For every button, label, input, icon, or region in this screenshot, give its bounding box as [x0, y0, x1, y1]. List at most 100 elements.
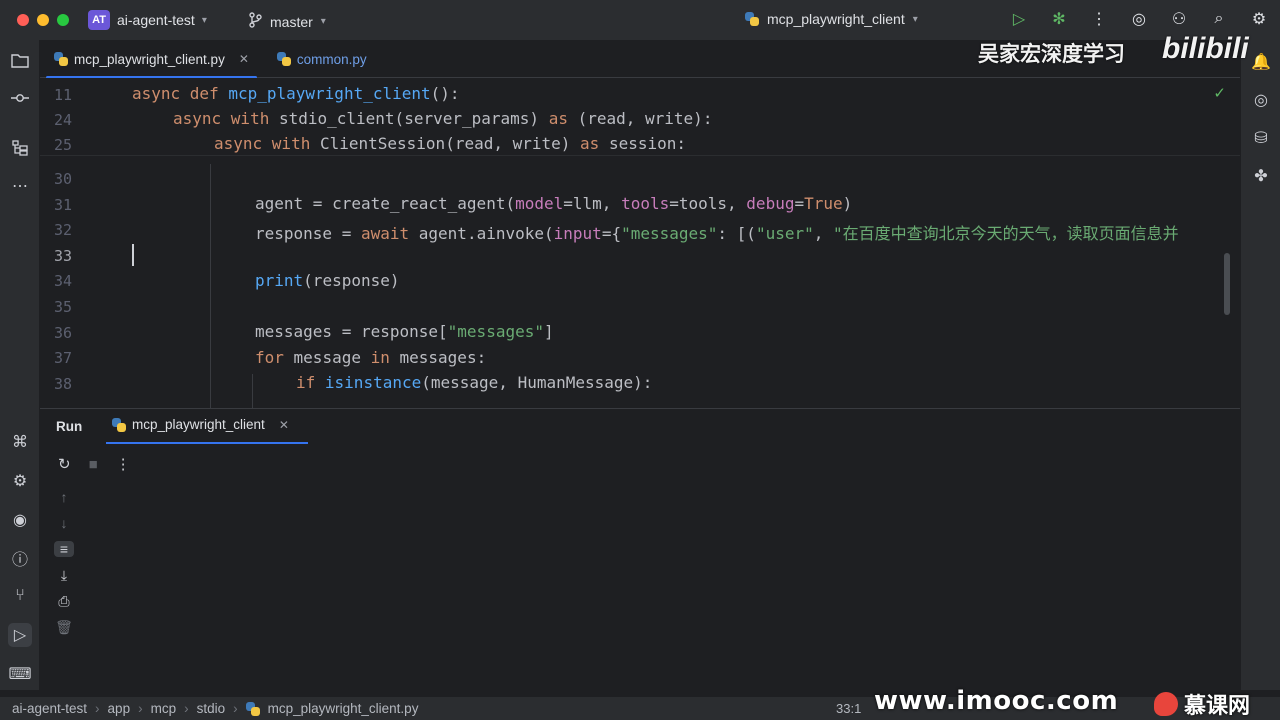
title-bar: AT ai-agent-test ▾ master ▾ mcp_playwrig…: [0, 0, 1280, 40]
scroll-up-icon[interactable]: ↑: [54, 489, 74, 505]
line-number: 24: [53, 111, 72, 129]
close-icon[interactable]: ✕: [279, 418, 289, 432]
indent-guide: [210, 164, 211, 408]
sticky-scroll-header: 11 async def mcp_playwright_client(): 24…: [40, 78, 1240, 156]
indent-guide: [252, 374, 253, 408]
branch-selector[interactable]: master ▾: [248, 12, 326, 31]
gear-icon[interactable]: ⚙: [1248, 8, 1270, 30]
python-packages-icon[interactable]: ⌘: [8, 430, 32, 454]
breadcrumb-item[interactable]: ai-agent-test: [12, 701, 87, 716]
minimize-window-button[interactable]: [37, 14, 49, 26]
rerun-icon[interactable]: ↻: [58, 455, 71, 473]
branch-name: master: [270, 13, 313, 30]
commit-icon[interactable]: [8, 86, 32, 110]
window-controls: [17, 14, 69, 26]
scroll-down-icon[interactable]: ↓: [54, 515, 74, 531]
breadcrumb-item[interactable]: mcp_playwright_client.py: [268, 701, 419, 716]
search-icon[interactable]: ⌕: [1208, 8, 1230, 30]
line-number: 34: [53, 272, 72, 290]
close-window-button[interactable]: [17, 14, 29, 26]
line-number: 32: [53, 221, 72, 239]
folder-icon[interactable]: [8, 48, 32, 72]
print-icon[interactable]: ⎙: [54, 593, 74, 610]
code-line-32: response = await agent.ainvoke(input={"m…: [255, 224, 1179, 243]
imooc-logo-icon: [1154, 692, 1178, 716]
line-number: 31: [53, 196, 72, 214]
structure-icon[interactable]: [8, 136, 32, 160]
chevron-right-icon: ›: [95, 701, 100, 716]
tab-common[interactable]: common.py: [263, 40, 381, 78]
stop-icon[interactable]: ■: [89, 456, 98, 473]
project-selector[interactable]: AT ai-agent-test ▾: [88, 10, 207, 30]
chevron-right-icon: ›: [184, 701, 189, 716]
imooc-logo-text: 慕课网: [1184, 693, 1251, 718]
caret-position[interactable]: 33:1: [836, 701, 861, 716]
author-watermark: 吴家宏深度学习: [978, 43, 1125, 66]
services-icon[interactable]: ⚙: [8, 469, 32, 493]
line-number: 30: [53, 170, 72, 188]
chevron-right-icon: ›: [138, 701, 143, 716]
code-editor[interactable]: 30 31 agent = create_react_agent(model=l…: [40, 78, 1240, 408]
run-tab-label: mcp_playwright_client: [132, 417, 265, 432]
git-icon[interactable]: ⑂: [8, 584, 32, 608]
run-tool-icon[interactable]: ▷: [8, 623, 32, 647]
soft-wrap-icon[interactable]: ≡: [54, 541, 74, 557]
chevron-down-icon: ▾: [201, 14, 207, 26]
breadcrumb-item[interactable]: app: [108, 701, 131, 716]
python-console-icon[interactable]: ◉: [8, 508, 32, 532]
chevron-right-icon: ›: [233, 701, 238, 716]
plugin-icon[interactable]: ✤: [1249, 164, 1273, 188]
chevron-down-icon: ▾: [320, 16, 326, 27]
add-user-icon[interactable]: ⚇: [1168, 8, 1190, 30]
python-file-icon: [54, 52, 68, 66]
sticky-line-24[interactable]: async with stdio_client(server_params) a…: [173, 109, 712, 128]
ai-assistant-icon[interactable]: ◎: [1128, 8, 1150, 30]
code-line-31: agent = create_react_agent(model=llm, to…: [255, 194, 853, 213]
terminal-icon[interactable]: ⌨: [8, 662, 32, 686]
tab-label: common.py: [296, 51, 367, 67]
debug-icon[interactable]: ✻: [1048, 8, 1070, 30]
tab-label: mcp_playwright_client.py: [74, 51, 225, 67]
python-file-icon: [245, 701, 260, 716]
inspection-ok-icon[interactable]: ✓: [1213, 84, 1226, 102]
problems-icon[interactable]: ⓘ: [8, 546, 32, 570]
sticky-line-11[interactable]: async def mcp_playwright_client():: [132, 84, 460, 103]
line-number: 35: [53, 298, 72, 316]
tab-mcp-playwright-client[interactable]: mcp_playwright_client.py ✕: [40, 40, 263, 79]
run-config-selector[interactable]: mcp_playwright_client ▾: [745, 11, 918, 27]
more-options-icon[interactable]: ⋮: [1088, 8, 1110, 30]
run-icon[interactable]: ▷: [1008, 8, 1030, 30]
project-badge: AT: [88, 10, 110, 30]
site-watermark: www.imooc.com: [874, 686, 1119, 716]
line-number: 38: [53, 375, 72, 393]
line-number: 37: [53, 349, 72, 367]
run-panel-title: Run: [56, 419, 83, 434]
more-options-icon[interactable]: ⋮: [116, 455, 131, 473]
maximize-window-button[interactable]: [57, 14, 69, 26]
bilibili-logo: bilibili: [1162, 32, 1249, 65]
database-icon[interactable]: ⛁: [1249, 126, 1273, 150]
scroll-to-end-icon[interactable]: ⤓: [54, 567, 74, 584]
sticky-line-25[interactable]: async with ClientSession(read, write) as…: [214, 134, 686, 153]
close-icon[interactable]: ✕: [239, 52, 249, 66]
line-number: 36: [53, 324, 72, 342]
text-cursor: [132, 244, 134, 266]
run-tab-underline: [106, 442, 308, 444]
python-file-icon: [112, 417, 126, 432]
breadcrumb-item[interactable]: mcp: [151, 701, 177, 716]
code-line-36: messages = response["messages"]: [255, 322, 554, 341]
run-panel: Run mcp_playwright_client ✕ ↻ ■ ⋮ ↑ ↓ ≡ …: [40, 408, 1240, 690]
code-line-37: for message in messages:: [255, 348, 487, 367]
ai-chat-icon[interactable]: ◎: [1249, 88, 1273, 112]
run-tab[interactable]: mcp_playwright_client ✕: [112, 417, 289, 432]
run-config-name: mcp_playwright_client: [767, 11, 905, 27]
line-number: 11: [53, 86, 72, 104]
editor-scrollbar[interactable]: [1224, 253, 1230, 315]
code-line-34: print(response): [255, 271, 400, 290]
breadcrumb-item[interactable]: stdio: [197, 701, 226, 716]
git-branch-icon: [248, 12, 262, 31]
line-number: 25: [53, 136, 72, 154]
trash-icon[interactable]: 🗑: [54, 619, 74, 636]
more-tools-icon[interactable]: ⋯: [8, 174, 32, 198]
notifications-icon[interactable]: 🔔: [1249, 50, 1273, 74]
